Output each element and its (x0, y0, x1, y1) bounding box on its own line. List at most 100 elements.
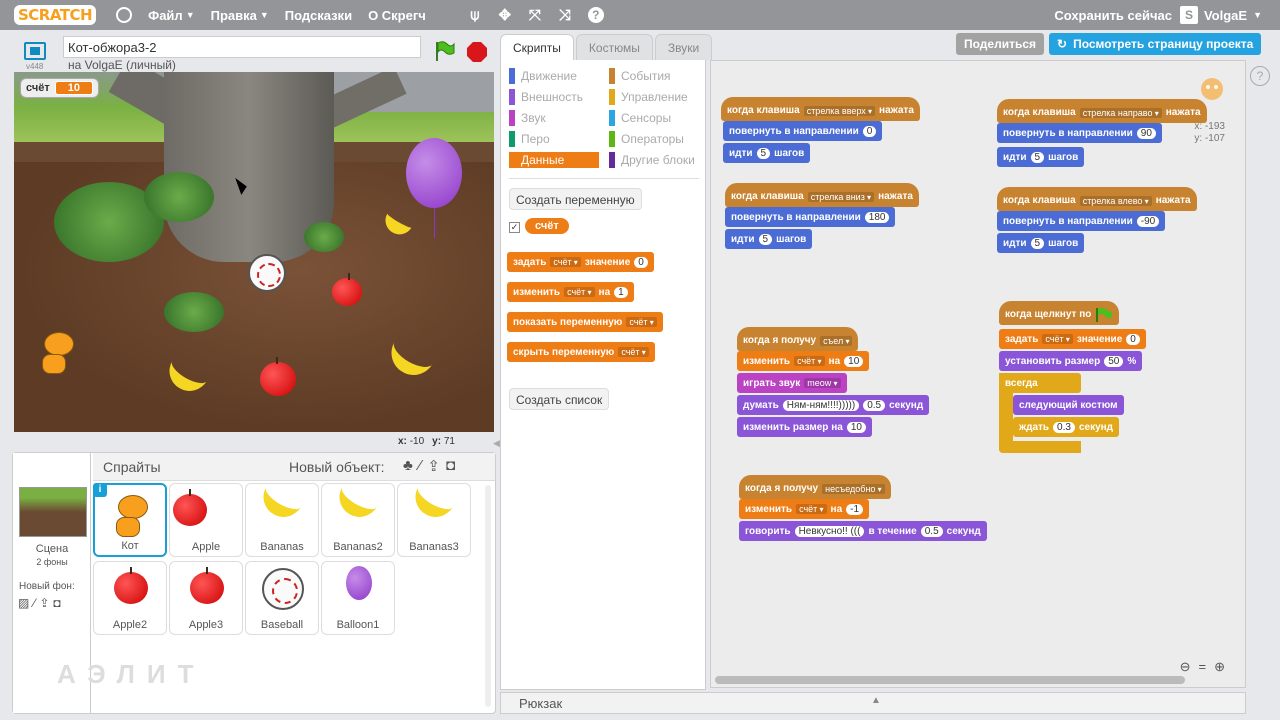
move-steps-block[interactable]: идти 5 шагов (997, 147, 1085, 167)
wait-input[interactable]: 0.3 (1053, 421, 1075, 433)
category-data[interactable]: Данные (509, 152, 599, 168)
when-receive-eaten-hat[interactable]: когда я получу съел (737, 327, 859, 351)
paint-brush-icon[interactable]: ⁄ (419, 457, 422, 475)
when-key-down-hat[interactable]: когда клавишастрелка внизнажата (725, 183, 919, 207)
menu-file[interactable]: Файл ▼ (148, 8, 195, 23)
sprite-tile-bananas[interactable]: Bananas (245, 481, 319, 557)
sprite-tile-cat[interactable]: i Кот (93, 483, 167, 557)
move-steps-block[interactable]: идти 5 шагов (997, 233, 1085, 253)
when-flag-clicked-hat[interactable]: когда щелкнут по (999, 301, 1120, 325)
point-direction-block[interactable]: повернуть в направлении 0 (723, 121, 883, 141)
scratch-logo[interactable]: SCRATCH (14, 5, 97, 25)
user-menu[interactable]: S VolgaE ▼ (1179, 6, 1262, 24)
sprite-tile-apple2[interactable]: Apple2 (93, 561, 167, 635)
category-events[interactable]: События (609, 68, 699, 84)
camera-icon[interactable]: ◘ (53, 596, 60, 610)
duplicate-icon[interactable]: ⍦ (466, 7, 484, 24)
message-dropdown[interactable]: съел (820, 335, 853, 346)
backpack-bar[interactable]: Рюкзак ▲ (500, 692, 1246, 714)
category-sensing[interactable]: Сенсоры (609, 110, 699, 126)
help-icon[interactable]: ? (1250, 66, 1270, 86)
camera-icon[interactable]: ◘ (446, 457, 455, 475)
message-dropdown[interactable]: несъедобно (822, 483, 885, 494)
category-operators[interactable]: Операторы (609, 131, 699, 147)
think-block[interactable]: думать Ням-ням!!!!))))) 0.5 секунд (737, 395, 930, 415)
globe-icon[interactable] (116, 7, 133, 23)
image-icon[interactable]: ▨ (18, 596, 29, 610)
project-title-input[interactable] (63, 36, 421, 58)
paint-brush-icon[interactable]: ⁄ (33, 596, 35, 610)
zoom-in-icon[interactable]: ⊕ (1214, 659, 1225, 675)
change-size-block[interactable]: изменить размер на 10 (737, 417, 872, 437)
share-button[interactable]: Поделиться (956, 33, 1045, 55)
value-input[interactable]: 0 (634, 256, 648, 268)
key-dropdown[interactable]: стрелка вверх (803, 105, 876, 116)
zoom-out-icon[interactable]: ⊖ (1180, 659, 1191, 675)
key-dropdown[interactable]: стрелка влево (1079, 195, 1152, 206)
sprite-tile-bananas3[interactable]: Bananas3 (397, 481, 471, 557)
steps-input[interactable]: 5 (1030, 151, 1045, 163)
variable-reporter[interactable]: счёт (525, 218, 569, 234)
category-sound[interactable]: Звук (509, 110, 599, 126)
set-size-block[interactable]: установить размер 50% (999, 351, 1143, 371)
sound-dropdown[interactable]: meow (804, 378, 841, 388)
save-now-link[interactable]: Сохранить сейчас (1054, 8, 1172, 23)
variable-dropdown[interactable]: счёт (796, 504, 827, 514)
variable-dropdown[interactable]: счёт (794, 356, 825, 366)
tab-scripts[interactable]: Скрипты (500, 34, 574, 60)
category-looks[interactable]: Внешность (509, 89, 599, 105)
when-key-up-hat[interactable]: когда клавишастрелка вверхнажата (721, 97, 920, 121)
baseball-sprite[interactable] (248, 254, 286, 292)
upload-icon[interactable]: ⇪ (427, 457, 440, 475)
next-costume-block[interactable]: следующий костюм (1013, 395, 1124, 415)
sprite-tile-bananas2[interactable]: Bananas2 (321, 481, 395, 557)
fullscreen-icon[interactable] (24, 42, 46, 60)
when-key-left-hat[interactable]: когда клавишастрелка влевонажата (997, 187, 1197, 211)
show-variable-block[interactable]: показать переменную счёт (507, 312, 663, 332)
play-sound-block[interactable]: играть звук meow (737, 373, 847, 393)
category-control[interactable]: Управление (609, 89, 699, 105)
help-icon[interactable]: ? (587, 7, 604, 23)
forever-block[interactable]: всегда (999, 373, 1081, 393)
cut-icon[interactable]: ✥ (496, 6, 514, 24)
apple-sprite[interactable] (260, 357, 296, 396)
move-steps-block[interactable]: идти 5 шагов (723, 143, 811, 163)
collapse-stage-icon[interactable]: ◀ (493, 438, 500, 449)
point-direction-block[interactable]: повернуть в направлении 90 (997, 123, 1162, 143)
key-dropdown[interactable]: стрелка вниз (807, 191, 875, 202)
scene-thumbnail[interactable] (19, 487, 87, 537)
point-direction-block[interactable]: повернуть в направлении 180 (725, 207, 896, 227)
when-receive-inedible-hat[interactable]: когда я получу несъедобно (739, 475, 891, 499)
size-input[interactable]: 50 (1104, 355, 1124, 367)
say-text-input[interactable]: Невкусно!! ((( (794, 525, 865, 537)
upload-icon[interactable]: ⇪ (39, 596, 49, 610)
change-variable-block[interactable]: изменитьсчётна10 (737, 351, 870, 371)
variable-dropdown[interactable]: счёт (550, 257, 581, 267)
secs-input[interactable]: 0.5 (920, 525, 943, 537)
when-key-right-hat[interactable]: когда клавишастрелка направонажата (997, 99, 1207, 123)
point-direction-block[interactable]: повернуть в направлении -90 (997, 211, 1166, 231)
set-variable-block[interactable]: задатьсчётзначение0 (999, 329, 1146, 349)
make-list-button[interactable]: Создать список (509, 388, 610, 410)
steps-input[interactable]: 5 (1030, 237, 1045, 249)
stop-icon[interactable] (467, 42, 487, 62)
change-variable-block[interactable]: изменитьсчётна-1 (739, 499, 870, 519)
grow-icon[interactable]: ⤧ (526, 7, 544, 24)
steps-input[interactable]: 5 (756, 147, 771, 159)
see-project-page-button[interactable]: ↻ Посмотреть страницу проекта (1049, 33, 1262, 55)
value-input[interactable]: 1 (614, 286, 628, 298)
info-icon[interactable]: i (93, 483, 107, 497)
direction-input[interactable]: 90 (1136, 127, 1156, 139)
sprite-tile-apple[interactable]: Apple (169, 483, 243, 557)
say-for-secs-block[interactable]: говорить Невкусно!! (((в течение 0.5 секунд (739, 521, 987, 541)
key-dropdown[interactable]: стрелка направо (1079, 107, 1162, 118)
cat-sprite[interactable] (36, 328, 76, 376)
apple-sprite[interactable] (332, 273, 362, 306)
expand-up-icon[interactable]: ▲ (871, 695, 881, 706)
sprite-tile-baseball[interactable]: Baseball (245, 561, 319, 635)
balloon-sprite[interactable] (406, 138, 462, 208)
make-variable-button[interactable]: Создать переменную (509, 188, 642, 210)
secs-input[interactable]: 0.5 (863, 399, 886, 411)
variable-dropdown[interactable]: счёт (618, 347, 649, 357)
variable-dropdown[interactable]: счёт (564, 287, 595, 297)
